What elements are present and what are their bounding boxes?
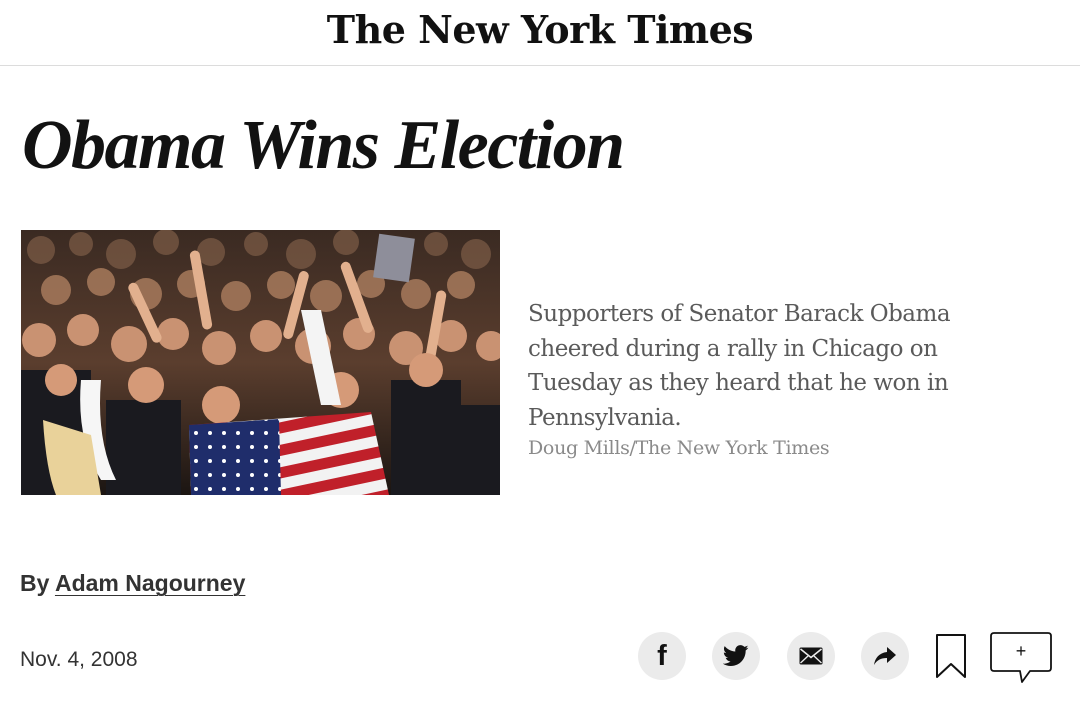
author-link[interactable]: Adam Nagourney [55, 570, 245, 596]
photo-credit: Doug Mills/The New York Times [528, 437, 830, 459]
byline-prefix: By [20, 570, 50, 596]
byline: By Adam Nagourney [20, 570, 245, 597]
more-share-button[interactable] [861, 632, 909, 680]
article-photo [21, 230, 500, 495]
email-icon [799, 647, 823, 665]
masthead: The New York Times [0, 0, 1080, 66]
bookmark-icon [936, 634, 966, 678]
headline: Obama Wins Election [22, 107, 625, 184]
save-article-button[interactable] [935, 633, 967, 679]
nyt-logo[interactable]: The New York Times [0, 7, 1080, 52]
twitter-icon [723, 645, 749, 666]
facebook-share-button[interactable]: f [638, 632, 686, 680]
email-share-button[interactable] [787, 632, 835, 680]
photo-caption: Supporters of Senator Barack Obama cheer… [528, 301, 951, 431]
comments-button[interactable]: + [990, 632, 1054, 686]
crowd-photo-illustration [21, 230, 500, 495]
publish-date: Nov. 4, 2008 [20, 648, 138, 671]
comment-plus-label: + [1015, 641, 1027, 661]
twitter-share-button[interactable] [712, 632, 760, 680]
share-arrow-icon [874, 647, 896, 665]
facebook-icon: f [657, 639, 667, 672]
